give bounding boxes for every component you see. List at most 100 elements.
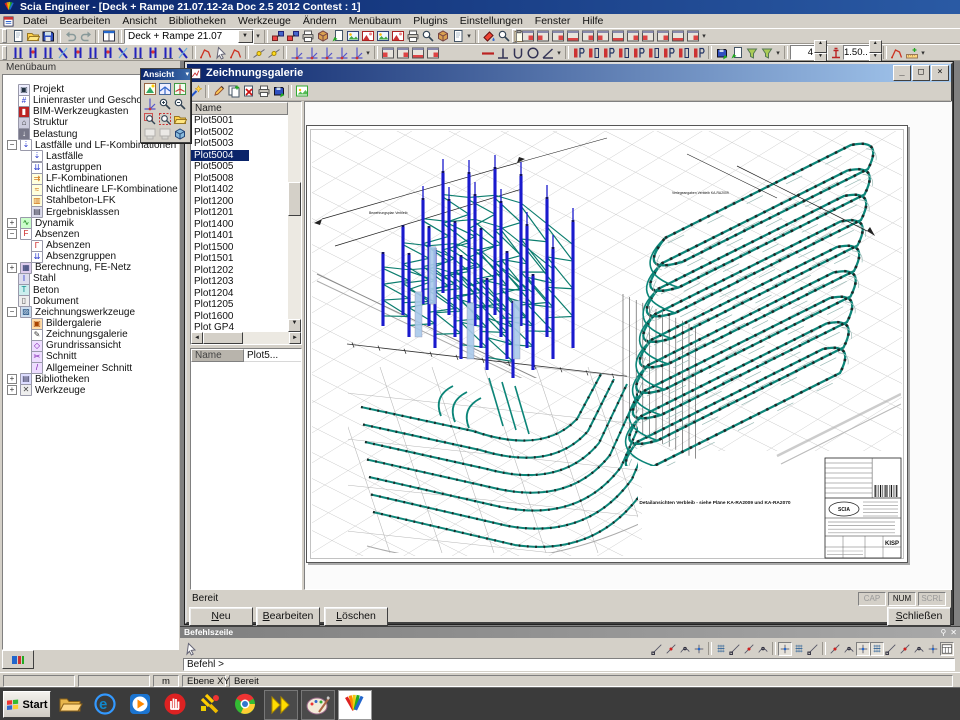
print-2-icon[interactable] xyxy=(405,29,420,44)
plot-list-item[interactable]: Plot GP4 xyxy=(191,322,288,332)
node-2-icon[interactable] xyxy=(266,45,281,60)
snap-dock-icon[interactable] xyxy=(926,642,940,656)
curve-icon[interactable] xyxy=(228,45,243,60)
snap-node-icon[interactable] xyxy=(714,642,728,656)
axis-3-icon[interactable] xyxy=(319,45,334,60)
view-yz-icon[interactable] xyxy=(172,81,187,96)
plot-list-item[interactable]: Plot5005 xyxy=(191,161,288,173)
close-button[interactable]: × xyxy=(931,65,949,81)
tree-item-werkzeuge[interactable]: +✕Werkzeuge xyxy=(3,385,178,396)
scale-stepper[interactable]: 1.50..▲▼ xyxy=(843,45,881,60)
menu-bearbeiten[interactable]: Bearbeiten xyxy=(54,15,117,28)
collapse-icon[interactable]: − xyxy=(7,229,17,239)
taskbar-app-arrows[interactable] xyxy=(264,690,298,720)
snap-tangent-icon[interactable] xyxy=(742,642,756,656)
snap-grid-icon[interactable] xyxy=(792,642,806,656)
filter-2-icon[interactable] xyxy=(759,45,774,60)
snap-table-icon[interactable] xyxy=(940,642,954,656)
taskbar-app-tools[interactable] xyxy=(194,690,226,718)
tree-item-berechnung-fe-netz[interactable]: +▦Berechnung, FE-Netz xyxy=(3,262,178,273)
count-stepper[interactable]: 4▲▼ xyxy=(790,45,828,60)
menu-plugins[interactable]: Plugins xyxy=(407,15,453,28)
view-win-8-icon[interactable] xyxy=(625,29,640,44)
tree-item-lastf-lle[interactable]: ⇣Lastfälle xyxy=(3,151,178,162)
beam-9-icon[interactable] xyxy=(130,45,145,60)
toolbar-handle[interactable] xyxy=(512,29,517,43)
plot-list-item[interactable]: Plot1600 xyxy=(191,311,288,323)
spin-up-icon[interactable]: ▲ xyxy=(869,40,882,53)
taskbar-app-palette[interactable] xyxy=(301,690,335,720)
undo-icon[interactable] xyxy=(63,29,78,44)
toolbar-handle[interactable] xyxy=(2,29,7,43)
snap-track-4-icon[interactable] xyxy=(884,642,898,656)
add-dimension-icon[interactable] xyxy=(904,45,919,60)
view-win-7-icon[interactable] xyxy=(610,29,625,44)
tree-item-dynamik[interactable]: +∿Dynamik xyxy=(3,218,178,229)
taskbar-app-hand[interactable] xyxy=(159,690,191,718)
plot-list-item[interactable]: Plot1402 xyxy=(191,184,288,196)
menu-ansicht[interactable]: Ansicht xyxy=(116,15,162,28)
plot-list-item[interactable]: Plot5002 xyxy=(191,127,288,139)
delete-plot-icon[interactable] xyxy=(241,84,256,99)
plot-list-item[interactable]: Plot1203 xyxy=(191,276,288,288)
node-1-icon[interactable] xyxy=(251,45,266,60)
support-icon[interactable] xyxy=(828,45,843,60)
menu-tree-tab[interactable] xyxy=(2,650,34,669)
view-win-3-icon[interactable] xyxy=(550,29,565,44)
section-poly-icon[interactable] xyxy=(889,45,904,60)
snap-cursor-icon[interactable] xyxy=(778,642,792,656)
plot-list-item[interactable]: Plot5004 xyxy=(191,150,249,162)
plot-list-item[interactable]: Plot1400 xyxy=(191,219,288,231)
plot-list-item[interactable]: Plot1401 xyxy=(191,230,288,242)
axis-2-icon[interactable] xyxy=(304,45,319,60)
beam-5-icon[interactable] xyxy=(70,45,85,60)
view-win-4-icon[interactable] xyxy=(565,29,580,44)
taskbar-app-chrome[interactable] xyxy=(229,690,261,718)
view-palette-titlebar[interactable]: Ansicht ▾ xyxy=(141,69,190,80)
view-xz-icon[interactable] xyxy=(157,81,172,96)
plot-list-item[interactable]: Plot1204 xyxy=(191,288,288,300)
snap-track-2-icon[interactable] xyxy=(856,642,870,656)
view-3d-icon[interactable] xyxy=(172,126,187,141)
tree-item-beton[interactable]: TBeton xyxy=(3,285,178,296)
print-doc-icon[interactable] xyxy=(300,29,315,44)
filter-1-icon[interactable] xyxy=(744,45,759,60)
snap-grid-xy-icon[interactable] xyxy=(806,642,820,656)
snap-ortho-icon[interactable] xyxy=(828,642,842,656)
rebar-3-icon[interactable] xyxy=(601,45,616,60)
more-options-caret[interactable]: ▾ xyxy=(254,32,262,40)
snap-track-6-icon[interactable] xyxy=(912,642,926,656)
frame-icon[interactable] xyxy=(390,29,405,44)
rebar-9-icon[interactable] xyxy=(691,45,706,60)
menu-datei[interactable]: Datei xyxy=(17,15,54,28)
plot-list-header[interactable]: Name xyxy=(191,102,288,115)
tree-item-bibliotheken[interactable]: +▤Bibliotheken xyxy=(3,374,178,385)
export-plot-icon[interactable] xyxy=(271,84,286,99)
snap-track-5-icon[interactable] xyxy=(898,642,912,656)
menu-menbaum[interactable]: Menübaum xyxy=(343,15,408,28)
vscroll-thumb[interactable] xyxy=(288,182,301,216)
scroll-left-button[interactable]: ◄ xyxy=(191,332,203,344)
taskbar-app-ie[interactable]: e xyxy=(89,690,121,718)
snap-midpoint-icon[interactable] xyxy=(664,642,678,656)
view-win-11-icon[interactable] xyxy=(670,29,685,44)
command-input[interactable]: Befehl > xyxy=(183,658,955,671)
image-1-icon[interactable] xyxy=(345,29,360,44)
more-options-caret[interactable]: ▾ xyxy=(700,32,708,40)
zoom-out-icon[interactable] xyxy=(172,96,187,111)
hscroll-thumb[interactable] xyxy=(203,332,243,344)
new-icon[interactable] xyxy=(10,29,25,44)
axis-4-icon[interactable] xyxy=(334,45,349,60)
rebar-2-icon[interactable] xyxy=(586,45,601,60)
rebar-4-icon[interactable] xyxy=(616,45,631,60)
view-win-1-icon[interactable] xyxy=(520,29,535,44)
taskbar-app-explorer[interactable] xyxy=(54,690,86,718)
zoom-window-icon[interactable] xyxy=(142,111,157,126)
edit-plot-icon[interactable] xyxy=(211,84,226,99)
package-icon[interactable] xyxy=(315,29,330,44)
beam-11-icon[interactable] xyxy=(160,45,175,60)
toolbar-handle[interactable] xyxy=(2,46,7,60)
taskbar-app-scia[interactable] xyxy=(338,690,372,720)
save-icon[interactable] xyxy=(40,29,55,44)
expand-icon[interactable]: + xyxy=(7,374,17,384)
